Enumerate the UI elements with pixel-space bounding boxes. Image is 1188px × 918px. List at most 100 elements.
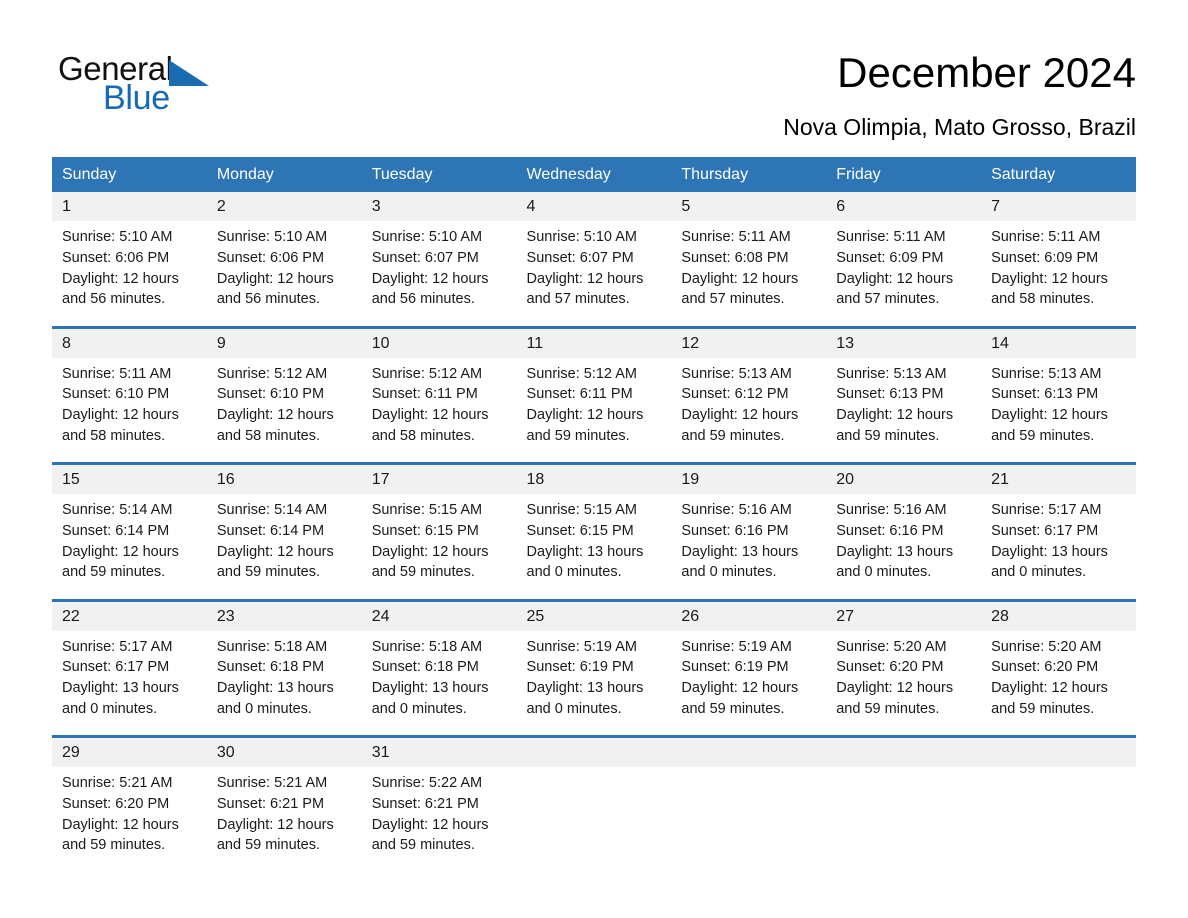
sunrise-text: Sunrise: 5:12 AM [216, 365, 328, 382]
daylight-text: Daylight: 13 hours and 0 minutes. [991, 543, 1108, 581]
day-number[interactable]: 18 [516, 462, 672, 495]
day-number[interactable]: 31 [361, 735, 517, 768]
day-number[interactable]: 27 [826, 598, 982, 631]
weekday-header-wednesday: Wednesday [516, 157, 672, 193]
day-number[interactable]: 6 [826, 192, 982, 222]
sunrise-text: Sunrise: 5:20 AM [991, 638, 1102, 655]
daylight-text: Daylight: 12 hours and 57 minutes. [836, 270, 954, 308]
sunset-text: Sunset: 6:17 PM [62, 659, 170, 676]
day-number[interactable]: 4 [516, 192, 672, 222]
day-number-empty [671, 735, 827, 768]
generalblue-logo[interactable]: General Blue [58, 52, 318, 122]
sunrise-text: Sunrise: 5:21 AM [216, 775, 328, 792]
sunset-text: Sunset: 6:06 PM [216, 249, 325, 266]
day-number[interactable]: 14 [981, 325, 1136, 358]
day-number[interactable]: 2 [206, 192, 362, 222]
calendar-week-row: 29 30 31 Sunrise: 5:21 AM Sunset: 6:20 P… [52, 735, 1136, 872]
calendar-week-row: 1 2 3 4 5 6 7 Sunrise: 5:10 AM Sunset: 6… [52, 192, 1136, 328]
day-detail-row: Sunrise: 5:17 AM Sunset: 6:17 PM Dayligh… [52, 630, 1136, 737]
day-cell: Sunrise: 5:16 AM Sunset: 6:16 PM Dayligh… [671, 494, 827, 601]
sunrise-text: Sunrise: 5:15 AM [526, 502, 637, 519]
sunrise-text: Sunrise: 5:18 AM [371, 638, 483, 655]
sunset-text: Sunset: 6:19 PM [681, 659, 789, 676]
day-number-empty [516, 735, 672, 768]
weekday-header-thursday: Thursday [671, 157, 827, 193]
day-number[interactable]: 7 [981, 192, 1136, 222]
day-cell: Sunrise: 5:10 AM Sunset: 6:06 PM Dayligh… [206, 221, 362, 328]
daylight-text: Daylight: 12 hours and 59 minutes. [526, 407, 644, 444]
day-cell: Sunrise: 5:11 AM Sunset: 6:08 PM Dayligh… [671, 221, 827, 328]
sunset-text: Sunset: 6:21 PM [371, 795, 479, 812]
day-number[interactable]: 10 [361, 325, 517, 358]
day-cell: Sunrise: 5:10 AM Sunset: 6:07 PM Dayligh… [361, 221, 517, 328]
weekday-header-friday: Friday [826, 157, 982, 193]
sunrise-text: Sunrise: 5:10 AM [62, 229, 173, 246]
day-number[interactable]: 17 [361, 462, 517, 495]
sunset-text: Sunset: 6:08 PM [681, 249, 789, 266]
sunset-text: Sunset: 6:14 PM [62, 522, 170, 539]
sunset-text: Sunset: 6:13 PM [991, 386, 1099, 403]
sunset-text: Sunset: 6:09 PM [991, 249, 1099, 266]
day-number[interactable]: 19 [671, 462, 827, 495]
day-number[interactable]: 15 [52, 462, 207, 495]
day-number[interactable]: 29 [52, 735, 207, 768]
day-cell: Sunrise: 5:18 AM Sunset: 6:18 PM Dayligh… [361, 630, 517, 737]
sunrise-text: Sunrise: 5:14 AM [216, 502, 328, 519]
day-number[interactable]: 11 [516, 325, 672, 358]
daylight-text: Daylight: 12 hours and 59 minutes. [216, 543, 334, 581]
day-number[interactable]: 24 [361, 598, 517, 631]
day-cell-empty [516, 767, 672, 872]
day-number[interactable]: 23 [206, 598, 362, 631]
day-number[interactable]: 9 [206, 325, 362, 358]
day-number-row: 8 9 10 11 12 13 14 [52, 325, 1136, 358]
day-number[interactable]: 12 [671, 325, 827, 358]
day-number[interactable]: 5 [671, 192, 827, 222]
triangle-flag-icon [168, 60, 209, 86]
sunrise-text: Sunrise: 5:11 AM [681, 229, 791, 246]
sunset-text: Sunset: 6:13 PM [836, 386, 944, 403]
day-cell: Sunrise: 5:12 AM Sunset: 6:10 PM Dayligh… [206, 357, 362, 464]
day-number[interactable]: 16 [206, 462, 362, 495]
day-number[interactable]: 25 [516, 598, 672, 631]
calendar-weekday-header: Sunday Monday Tuesday Wednesday Thursday… [52, 157, 1136, 193]
day-number[interactable]: 30 [206, 735, 362, 768]
calendar-week-row: 15 16 17 18 19 20 21 Sunrise: 5:14 AM Su… [52, 462, 1136, 601]
weekday-header-monday: Monday [206, 157, 362, 193]
sunset-text: Sunset: 6:10 PM [216, 386, 325, 403]
sunset-text: Sunset: 6:06 PM [62, 249, 170, 266]
daylight-text: Daylight: 12 hours and 59 minutes. [681, 407, 799, 444]
weekday-header-saturday: Saturday [981, 157, 1136, 193]
sunset-text: Sunset: 6:15 PM [526, 522, 634, 539]
calendar-page: General Blue December 2024 Nova Olimpia,… [0, 0, 1188, 918]
daylight-text: Daylight: 12 hours and 59 minutes. [62, 543, 179, 581]
sunrise-sunset-calendar: Sunday Monday Tuesday Wednesday Thursday… [52, 157, 1136, 872]
sunset-text: Sunset: 6:20 PM [836, 659, 944, 676]
sunrise-text: Sunrise: 5:19 AM [526, 638, 637, 655]
sunset-text: Sunset: 6:16 PM [836, 522, 944, 539]
calendar-week-row: 8 9 10 11 12 13 14 Sunrise: 5:11 AM Suns… [52, 325, 1136, 464]
day-number[interactable]: 28 [981, 598, 1136, 631]
sunset-text: Sunset: 6:10 PM [62, 386, 170, 403]
daylight-text: Daylight: 12 hours and 56 minutes. [216, 270, 334, 308]
sunset-text: Sunset: 6:20 PM [62, 795, 170, 812]
sunset-text: Sunset: 6:15 PM [371, 522, 479, 539]
day-number[interactable]: 3 [361, 192, 517, 222]
daylight-text: Daylight: 12 hours and 58 minutes. [991, 270, 1108, 308]
sunset-text: Sunset: 6:18 PM [216, 659, 325, 676]
day-number[interactable]: 26 [671, 598, 827, 631]
day-number[interactable]: 1 [52, 192, 207, 222]
day-cell-empty [826, 767, 982, 872]
sunrise-text: Sunrise: 5:15 AM [371, 502, 483, 519]
day-cell: Sunrise: 5:14 AM Sunset: 6:14 PM Dayligh… [206, 494, 362, 601]
day-number[interactable]: 20 [826, 462, 982, 495]
day-number[interactable]: 22 [52, 598, 207, 631]
sunrise-text: Sunrise: 5:11 AM [991, 229, 1101, 246]
day-cell: Sunrise: 5:15 AM Sunset: 6:15 PM Dayligh… [361, 494, 517, 601]
day-number[interactable]: 8 [52, 325, 207, 358]
sunrise-text: Sunrise: 5:17 AM [991, 502, 1102, 519]
day-number[interactable]: 21 [981, 462, 1136, 495]
sunrise-text: Sunrise: 5:21 AM [62, 775, 173, 792]
day-number[interactable]: 13 [826, 325, 982, 358]
daylight-text: Daylight: 13 hours and 0 minutes. [526, 680, 644, 717]
day-cell: Sunrise: 5:17 AM Sunset: 6:17 PM Dayligh… [52, 630, 207, 737]
